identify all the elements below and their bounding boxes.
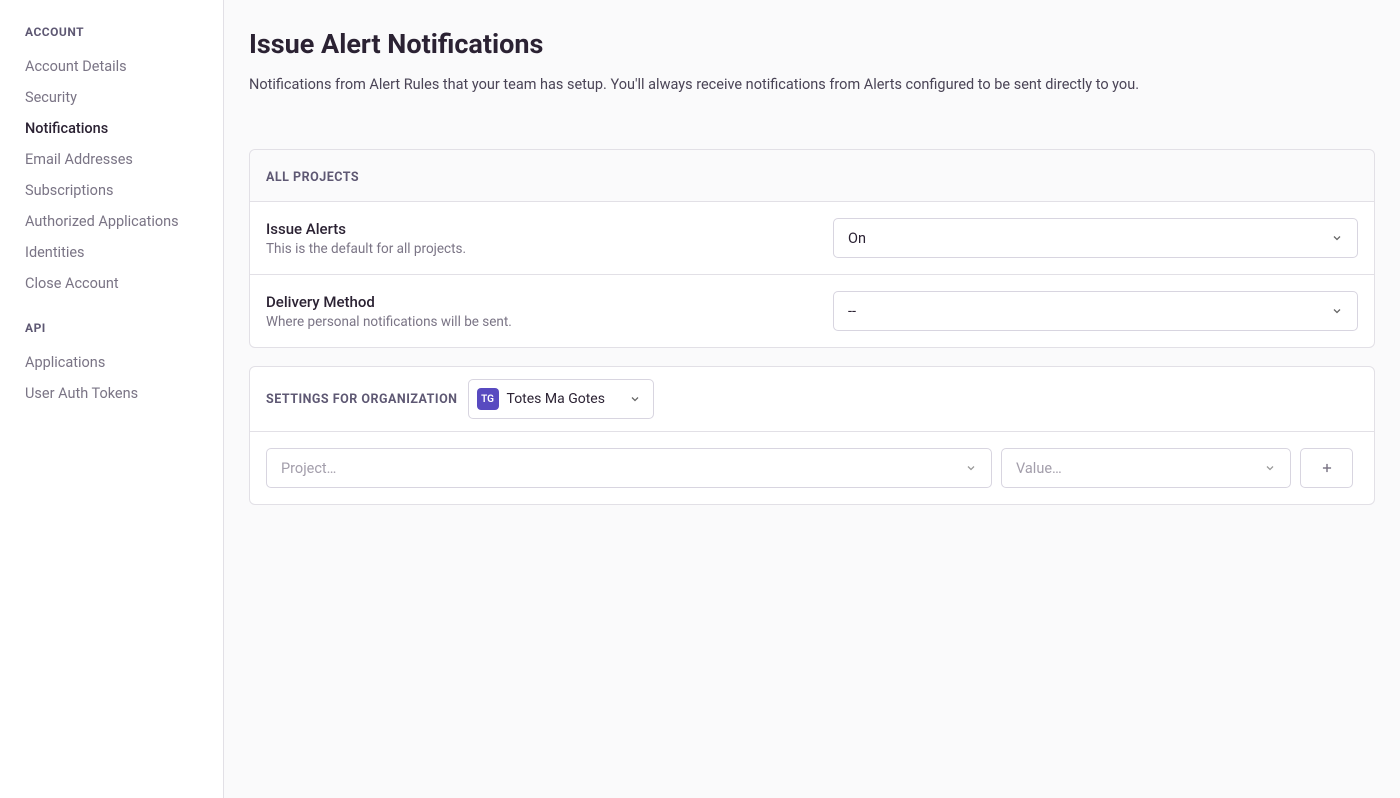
- project-select-wrap: Project…: [266, 448, 992, 488]
- chevron-down-icon: [965, 462, 977, 474]
- sidebar-section-title: ACCOUNT: [25, 25, 223, 39]
- select-organization[interactable]: TG Totes Ma Gotes: [468, 379, 654, 419]
- select-placeholder: Value…: [1016, 460, 1062, 477]
- panel-all-projects: ALL PROJECTS Issue Alerts This is the de…: [249, 149, 1375, 348]
- row-text: Delivery Method Where personal notificat…: [266, 293, 512, 330]
- chevron-down-icon: [1264, 462, 1276, 474]
- select-delivery-method[interactable]: --: [833, 291, 1358, 331]
- project-row: Project… Value…: [250, 432, 1374, 504]
- sidebar-item-applications[interactable]: Applications: [25, 347, 223, 378]
- row-label: Issue Alerts: [266, 220, 466, 238]
- sidebar: ACCOUNT Account Details Security Notific…: [0, 0, 224, 798]
- sidebar-section-api: API Applications User Auth Tokens: [25, 321, 223, 409]
- row-text: Issue Alerts This is the default for all…: [266, 220, 466, 257]
- select-project[interactable]: Project…: [266, 448, 992, 488]
- sidebar-item-user-auth-tokens[interactable]: User Auth Tokens: [25, 378, 223, 409]
- main-content: Issue Alert Notifications Notifications …: [224, 0, 1400, 798]
- row-desc: This is the default for all projects.: [266, 241, 466, 257]
- sidebar-section-title: API: [25, 321, 223, 335]
- sidebar-item-authorized-applications[interactable]: Authorized Applications: [25, 206, 223, 237]
- chevron-down-icon: [1331, 232, 1343, 244]
- org-name: Totes Ma Gotes: [507, 391, 605, 407]
- select-value-option[interactable]: Value…: [1001, 448, 1291, 488]
- select-issue-alerts[interactable]: On: [833, 218, 1358, 258]
- sidebar-item-notifications[interactable]: Notifications: [25, 113, 223, 144]
- row-label: Delivery Method: [266, 293, 512, 311]
- value-select-wrap: Value…: [1001, 448, 1291, 488]
- page-title: Issue Alert Notifications: [249, 28, 1375, 60]
- sidebar-section-account: ACCOUNT Account Details Security Notific…: [25, 25, 223, 299]
- plus-icon: [1320, 461, 1334, 475]
- sidebar-item-close-account[interactable]: Close Account: [25, 268, 223, 299]
- sidebar-item-subscriptions[interactable]: Subscriptions: [25, 175, 223, 206]
- select-value: On: [848, 230, 866, 247]
- select-placeholder: Project…: [281, 460, 336, 477]
- row-issue-alerts: Issue Alerts This is the default for all…: [250, 202, 1374, 274]
- sidebar-item-email-addresses[interactable]: Email Addresses: [25, 144, 223, 175]
- chevron-down-icon: [629, 393, 641, 405]
- org-header: SETTINGS FOR ORGANIZATION TG Totes Ma Go…: [250, 367, 1374, 432]
- page-subtitle: Notifications from Alert Rules that your…: [249, 76, 1375, 93]
- select-value: --: [848, 303, 856, 320]
- panel-org-settings: SETTINGS FOR ORGANIZATION TG Totes Ma Go…: [249, 366, 1375, 505]
- org-label: SETTINGS FOR ORGANIZATION: [266, 392, 458, 407]
- row-delivery-method: Delivery Method Where personal notificat…: [250, 274, 1374, 347]
- panel-header-text: ALL PROJECTS: [266, 170, 359, 185]
- panel-header: ALL PROJECTS: [250, 150, 1374, 202]
- sidebar-item-security[interactable]: Security: [25, 82, 223, 113]
- org-avatar: TG: [477, 388, 499, 410]
- add-button[interactable]: [1300, 448, 1353, 488]
- row-desc: Where personal notifications will be sen…: [266, 314, 512, 330]
- sidebar-item-identities[interactable]: Identities: [25, 237, 223, 268]
- chevron-down-icon: [1331, 305, 1343, 317]
- sidebar-item-account-details[interactable]: Account Details: [25, 51, 223, 82]
